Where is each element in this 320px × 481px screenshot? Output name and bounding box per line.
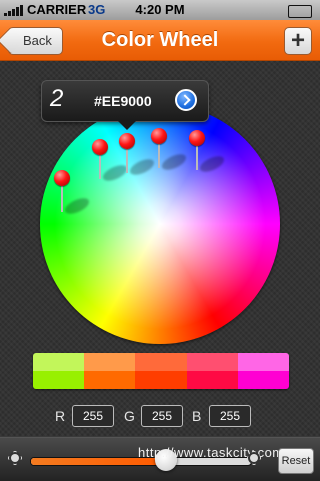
sun-bright-icon <box>250 454 258 462</box>
palette-swatch[interactable] <box>135 353 187 389</box>
clock: 4:20 PM <box>135 2 185 17</box>
palette-swatch[interactable] <box>33 353 85 389</box>
back-button[interactable]: Back <box>8 27 63 55</box>
color-pin-2[interactable] <box>92 139 130 184</box>
rgb-values: R 255 G 255 B 255 <box>0 405 320 427</box>
palette-swatch[interactable] <box>186 353 238 389</box>
chevron-right-icon[interactable] <box>175 89 197 111</box>
color-pin-5[interactable] <box>189 130 227 175</box>
color-palette <box>33 353 289 389</box>
g-label: G <box>124 408 135 424</box>
hex-value: #EE9000 <box>94 93 152 109</box>
status-bar: CARRIER 3G 4:20 PM <box>0 0 320 20</box>
battery-icon <box>288 5 312 18</box>
color-pin-1[interactable] <box>54 170 92 217</box>
nav-bar: Back Color Wheel + <box>0 20 320 61</box>
g-field[interactable]: 255 <box>141 405 183 427</box>
back-label: Back <box>23 33 52 48</box>
watermark-text: http://www.taskcity.com <box>138 445 284 460</box>
pin-number: 2 <box>50 85 64 112</box>
palette-swatch[interactable] <box>84 353 136 389</box>
color-pin-3[interactable] <box>119 133 157 178</box>
palette-swatch[interactable] <box>237 353 289 389</box>
bottom-toolbar: http://www.taskcity.com Reset <box>0 437 320 481</box>
r-label: R <box>55 408 66 424</box>
selected-color-popup: 2 #EE9000 <box>41 80 209 130</box>
r-field[interactable]: 255 <box>72 405 114 427</box>
b-field[interactable]: 255 <box>209 405 251 427</box>
reset-button[interactable]: Reset <box>278 448 314 474</box>
color-pin-4[interactable] <box>151 128 189 173</box>
add-button[interactable]: + <box>284 27 312 55</box>
add-icon: + <box>290 27 305 54</box>
sun-dim-icon <box>11 454 19 462</box>
page-title: Color Wheel <box>101 29 219 51</box>
b-label: B <box>192 408 202 424</box>
